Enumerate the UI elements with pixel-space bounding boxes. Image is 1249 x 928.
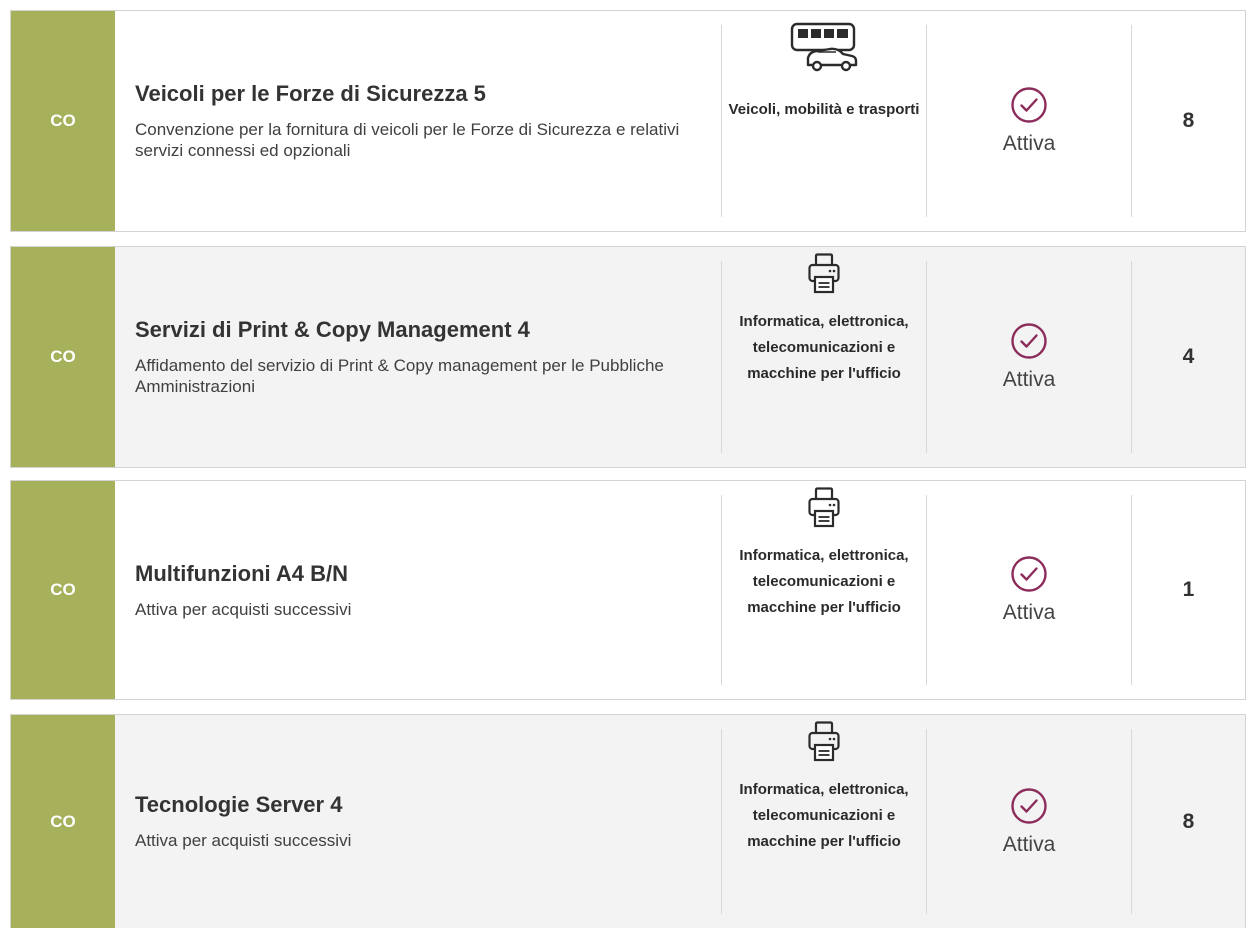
status-cell: Attiva	[927, 247, 1131, 467]
check-circle-icon	[1011, 323, 1047, 359]
type-tag: CO	[11, 11, 115, 231]
count-value: 4	[1182, 345, 1195, 368]
convention-description: Attiva per acquisti successivi	[135, 599, 352, 619]
status-label: Attiva	[1002, 601, 1056, 624]
type-tag: CO	[11, 481, 115, 699]
convention-info: Multifunzioni A4 B/N Attiva per acquisti…	[115, 481, 721, 699]
convention-row[interactable]: CO Veicoli per le Forze di Sicurezza 5 C…	[10, 10, 1246, 232]
category-cell: Informatica, elettronica, telecomunicazi…	[722, 247, 926, 467]
convention-info: Servizi di Print & Copy Management 4 Aff…	[115, 247, 721, 467]
printer-icon	[808, 253, 840, 294]
check-circle-icon	[1011, 556, 1047, 592]
category-label: Informatica, elettronica, telecomunicazi…	[739, 313, 909, 382]
type-tag: CO	[11, 247, 115, 467]
convention-description: Affidamento del servizio di Print & Copy…	[135, 356, 664, 396]
status-cell: Attiva	[927, 715, 1131, 928]
check-circle-icon	[1011, 87, 1047, 123]
category-cell: Veicoli, mobilità e trasporti	[722, 11, 926, 231]
printer-icon	[808, 487, 840, 528]
convention-info: Tecnologie Server 4 Attiva per acquisti …	[115, 715, 721, 928]
count-value: 8	[1182, 809, 1195, 833]
category-label: Informatica, elettronica, telecomunicazi…	[739, 781, 909, 850]
status-label: Attiva	[1002, 132, 1056, 155]
bus-car-icon	[790, 22, 858, 72]
check-circle-icon	[1011, 787, 1047, 824]
convention-title[interactable]: Veicoli per le Forze di Sicurezza 5	[135, 81, 721, 107]
status-label: Attiva	[1002, 368, 1056, 391]
status-cell: Attiva	[927, 11, 1131, 231]
convention-row[interactable]: CO Multifunzioni A4 B/N Attiva per acqui…	[10, 480, 1246, 700]
convention-row[interactable]: CO Servizi di Print & Copy Management 4 …	[10, 246, 1246, 468]
count-value: 8	[1182, 109, 1195, 132]
category-cell: Informatica, elettronica, telecomunicazi…	[722, 481, 926, 699]
printer-icon	[808, 721, 840, 762]
convention-info: Veicoli per le Forze di Sicurezza 5 Conv…	[115, 11, 721, 231]
category-label: Informatica, elettronica, telecomunicazi…	[739, 547, 909, 616]
type-tag: CO	[11, 715, 115, 928]
convention-title[interactable]: Servizi di Print & Copy Management 4	[135, 317, 721, 343]
convention-row[interactable]: CO Tecnologie Server 4 Attiva per acquis…	[10, 714, 1246, 928]
status-cell: Attiva	[927, 481, 1131, 699]
convention-title[interactable]: Tecnologie Server 4	[135, 792, 721, 818]
convention-description: Attiva per acquisti successivi	[135, 831, 352, 850]
convention-description: Convenzione per la fornitura di veicoli …	[135, 120, 680, 160]
status-label: Attiva	[1002, 832, 1056, 856]
convention-title[interactable]: Multifunzioni A4 B/N	[135, 561, 721, 587]
count-value: 1	[1182, 578, 1195, 601]
category-label: Veicoli, mobilità e trasporti	[728, 101, 920, 118]
category-cell: Informatica, elettronica, telecomunicazi…	[722, 715, 926, 928]
